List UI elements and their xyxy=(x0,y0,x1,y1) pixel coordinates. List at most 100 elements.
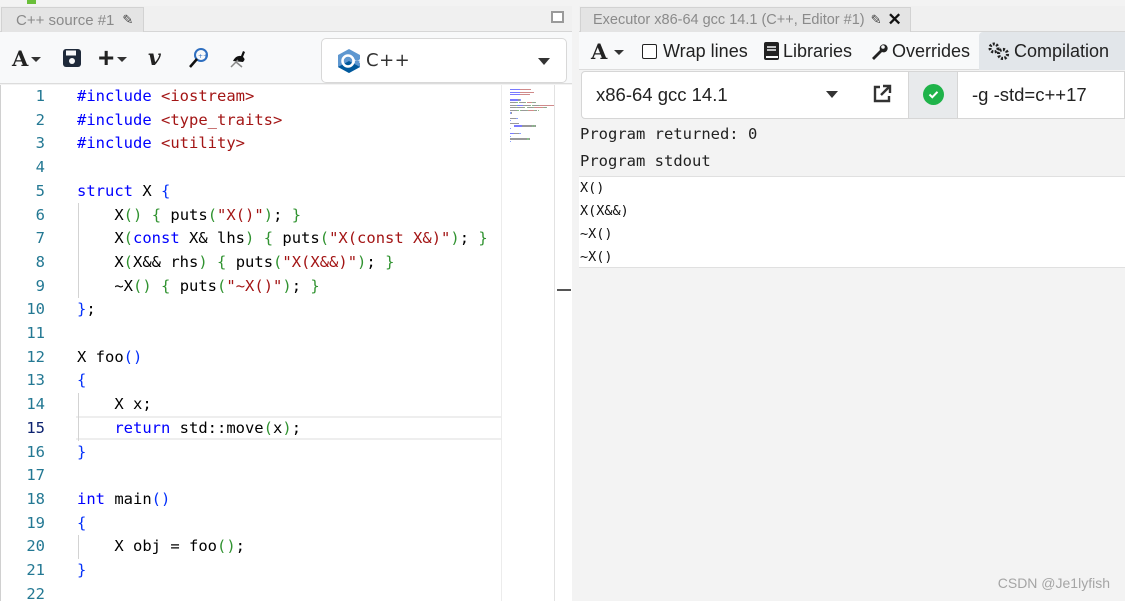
minimap-line xyxy=(529,104,531,106)
code-token: puts xyxy=(226,252,274,271)
line-number: 19 xyxy=(26,513,45,532)
minimap-line xyxy=(522,125,532,127)
code-token: "X(const X&)" xyxy=(329,229,451,248)
minimap-line xyxy=(535,125,537,127)
line-number: 22 xyxy=(26,584,45,601)
code-line[interactable]: X x; xyxy=(77,393,151,417)
code-line[interactable]: struct X { xyxy=(77,180,170,204)
compile-status[interactable] xyxy=(908,72,958,118)
external-link-icon xyxy=(873,84,892,103)
stdout-line: X() xyxy=(580,180,605,196)
quickbench-button[interactable] xyxy=(228,46,250,70)
code-line[interactable]: #include <iostream> xyxy=(77,85,254,109)
code-line[interactable]: int main() xyxy=(77,488,170,512)
popout-button[interactable] xyxy=(872,84,892,109)
caret-down-icon xyxy=(117,56,128,62)
save-button[interactable] xyxy=(62,46,82,70)
code-token: "~X()" xyxy=(226,276,283,295)
minimap-line xyxy=(511,112,513,114)
wrap-lines-toggle[interactable]: Wrap lines xyxy=(642,32,748,70)
code-line[interactable]: #include <utility> xyxy=(77,132,245,156)
line-number: 16 xyxy=(26,442,45,461)
code-line[interactable]: }; xyxy=(77,298,96,322)
code-token: "X()" xyxy=(217,205,264,224)
vim-mode-button[interactable]: v xyxy=(148,45,161,71)
quickbench-rabbit-icon xyxy=(230,51,245,68)
cpp-logo-icon: ++ xyxy=(338,48,360,73)
code-line[interactable]: ~X() { puts("~X()"); } xyxy=(77,275,319,299)
code-token: puts xyxy=(170,276,218,295)
minimap-line xyxy=(516,109,519,112)
code-token: () xyxy=(123,205,143,224)
minimap-line xyxy=(546,107,548,109)
compiler-select[interactable]: x86-64 gcc 14.1 xyxy=(596,72,728,118)
code-token: <type_traits> xyxy=(161,110,283,129)
font-size-button[interactable]: A xyxy=(591,32,625,70)
code-line[interactable]: X obj = foo(); xyxy=(77,535,245,559)
code-token: { xyxy=(151,205,162,224)
pencil-icon[interactable]: ✎ xyxy=(122,12,133,28)
code-line[interactable]: X(X&& rhs) { puts("X(X&&)"); } xyxy=(77,251,394,275)
cppinsights-button[interactable]: ++ xyxy=(188,46,210,70)
tab-executor[interactable]: Executor x86-64 gcc 14.1 (C++, Editor #1… xyxy=(580,7,911,32)
minimap-line xyxy=(510,138,527,140)
code-line[interactable]: } xyxy=(77,559,86,583)
code-token: ( xyxy=(123,229,134,248)
code-line[interactable]: return std::move(x); xyxy=(77,417,301,441)
code-line[interactable]: #include <type_traits> xyxy=(77,109,282,133)
minimap-line xyxy=(510,122,519,125)
language-select[interactable]: ++ C++ xyxy=(321,38,567,83)
editor-scrollbar[interactable] xyxy=(554,85,572,601)
code-line[interactable]: X() { puts("X()"); } xyxy=(77,204,301,228)
close-icon[interactable]: ✕ xyxy=(888,10,902,30)
minimap-line xyxy=(539,104,554,106)
code-line[interactable]: { xyxy=(77,369,86,393)
code-token: main xyxy=(114,489,152,508)
svg-text:++: ++ xyxy=(198,53,208,60)
minimap-line xyxy=(510,141,512,143)
minimap-line xyxy=(519,89,531,91)
code-line[interactable]: X(const X& lhs) { puts("X(const X&)"); } xyxy=(77,227,487,251)
code-token: ; xyxy=(291,276,311,295)
compiler-options-input[interactable]: -g -std=c++17 xyxy=(972,72,1087,118)
minimap-line xyxy=(510,99,518,101)
code-token: ) xyxy=(198,252,208,271)
caret-down-icon[interactable] xyxy=(826,91,838,98)
compilation-button[interactable]: Compilation xyxy=(979,32,1125,70)
libraries-button[interactable]: Libraries xyxy=(764,32,852,70)
code-token: ; xyxy=(235,537,245,556)
maximize-icon[interactable] xyxy=(551,11,564,23)
code-token: () xyxy=(133,276,152,295)
code-token: } xyxy=(77,442,87,461)
code-line[interactable]: } xyxy=(77,441,86,465)
stdout-line: ~X() xyxy=(580,226,613,242)
checkbox-icon[interactable] xyxy=(642,43,657,59)
check-circle-icon xyxy=(923,84,944,105)
vim-icon: v xyxy=(148,45,161,71)
line-number: 2 xyxy=(35,110,45,129)
code-line[interactable]: { xyxy=(77,512,86,536)
code-editor[interactable]: 1 2 3 4 5 6 7 8 9 10 11 12 13 14 15 16 17 18 19 20 21 22 #inc… xyxy=(0,85,559,601)
program-returned: Program returned: 0 xyxy=(580,125,758,143)
code-token: ( xyxy=(123,252,134,271)
caret-down-icon xyxy=(614,49,625,55)
code-token: X&& rhs xyxy=(133,252,199,271)
code-line[interactable]: X foo() xyxy=(77,346,142,370)
font-size-button[interactable]: A xyxy=(12,46,42,71)
code-token: int xyxy=(77,489,115,508)
stdout-line: ~X() xyxy=(580,249,613,265)
code-token: ( xyxy=(319,229,330,248)
code-text[interactable]: #include <iostream> #include <type_traits… xyxy=(61,85,501,601)
code-token: ( xyxy=(217,276,227,295)
tab-cpp-source[interactable]: C++ source #1 ✎ xyxy=(1,7,145,32)
code-token: { xyxy=(217,252,227,271)
minimap-line xyxy=(524,107,526,109)
code-token: ) xyxy=(357,252,367,271)
minimap[interactable] xyxy=(501,85,559,601)
overrides-button[interactable]: Overrides xyxy=(870,32,970,70)
code-token: } xyxy=(385,252,395,271)
pencil-icon[interactable]: ✎ xyxy=(871,12,882,28)
execution-output: Program returned: 0 Program stdout X() X(… xyxy=(579,121,1125,601)
code-token: () xyxy=(123,347,143,366)
add-button[interactable]: + xyxy=(98,42,128,73)
